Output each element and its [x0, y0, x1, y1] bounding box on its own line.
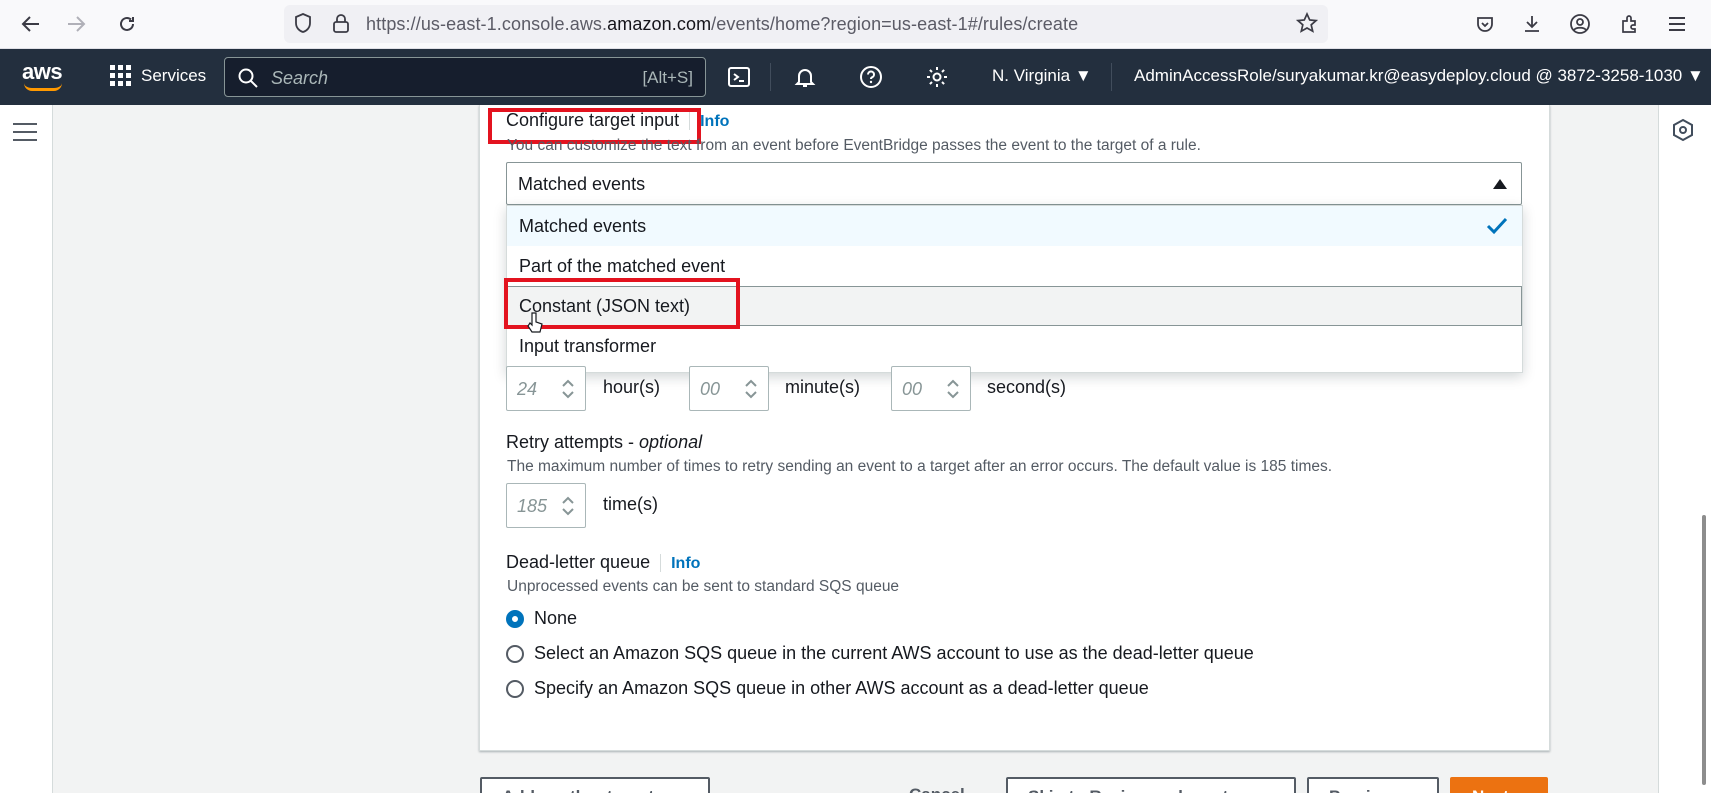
aws-logo[interactable]: aws — [22, 59, 63, 91]
reload-icon[interactable] — [113, 10, 141, 38]
radio-label: Specify an Amazon SQS queue in other AWS… — [534, 678, 1149, 698]
target-input-description: You can customize the text from an event… — [507, 137, 1201, 154]
minutes-unit: minute(s) — [785, 377, 861, 397]
add-another-target-button[interactable]: Add another target — [480, 777, 710, 793]
shield-icon[interactable] — [290, 10, 316, 36]
radio-label: Select an Amazon SQS queue in the curren… — [534, 643, 1254, 663]
target-input-selected-value: Matched events — [518, 174, 646, 194]
region-selector[interactable]: N. Virginia ▼ — [992, 66, 1092, 86]
option-label: Matched events — [519, 216, 647, 236]
help-icon[interactable] — [857, 63, 885, 91]
services-label: Services — [141, 65, 207, 85]
hours-input[interactable]: 24 — [506, 366, 586, 411]
extensions-icon[interactable] — [1616, 11, 1642, 37]
lock-icon[interactable] — [328, 10, 354, 36]
page-scrollbar[interactable] — [1702, 515, 1706, 785]
retry-attempts-label: Retry attempts - optional — [506, 432, 703, 452]
retry-attempts-input[interactable]: 185 — [506, 483, 586, 528]
hours-value: 24 — [517, 379, 538, 399]
spinner-icon[interactable] — [946, 377, 960, 401]
radio-button[interactable] — [506, 679, 524, 698]
hexagon-settings-icon[interactable] — [1671, 118, 1695, 142]
next-button[interactable]: Next — [1450, 777, 1548, 793]
option-input-transformer[interactable]: Input transformer — [507, 326, 1522, 366]
caret-up-icon — [1493, 179, 1507, 189]
search-shortcut: [Alt+S] — [642, 68, 693, 87]
services-menu[interactable]: Services — [110, 65, 206, 86]
radio-label: None — [534, 608, 578, 628]
option-label: Input transformer — [519, 336, 657, 356]
search-input[interactable]: Search [Alt+S] — [224, 57, 706, 97]
minutes-value: 00 — [700, 379, 721, 399]
side-navigation-rail — [0, 105, 53, 793]
pocket-icon[interactable] — [1472, 11, 1498, 37]
back-icon[interactable] — [17, 10, 45, 38]
hours-unit: hour(s) — [603, 377, 661, 397]
dlq-option-none[interactable]: None — [506, 608, 577, 629]
target-input-select[interactable]: Matched events — [506, 162, 1522, 205]
search-placeholder: Search — [271, 68, 329, 88]
previous-button[interactable]: Previous — [1307, 777, 1439, 793]
account-icon[interactable] — [1567, 11, 1593, 37]
account-menu[interactable]: AdminAccessRole/suryakumar.kr@easydeploy… — [1134, 66, 1704, 86]
retry-attempts-description: The maximum number of times to retry sen… — [507, 458, 1333, 475]
bookmark-star-icon[interactable] — [1294, 10, 1320, 36]
minutes-input[interactable]: 00 — [689, 366, 769, 411]
dlq-description: Unprocessed events can be sent to standa… — [507, 578, 900, 595]
dlq-option-other-account[interactable]: Specify an Amazon SQS queue in other AWS… — [506, 678, 1149, 699]
radio-button[interactable] — [506, 609, 524, 628]
dlq-option-current-account[interactable]: Select an Amazon SQS queue in the curren… — [506, 643, 1254, 664]
menu-icon[interactable] — [1664, 11, 1690, 37]
aws-top-nav: aws Services Search [Alt+S] N. Virginia … — [0, 49, 1711, 105]
option-matched-events[interactable]: Matched events — [507, 206, 1522, 246]
search-icon — [238, 68, 258, 88]
checkmark-icon — [1486, 217, 1508, 235]
spinner-icon[interactable] — [561, 377, 575, 401]
seconds-input[interactable]: 00 — [891, 366, 971, 411]
option-label: Part of the matched event — [519, 256, 726, 276]
dlq-label: Dead-letter queue Info — [506, 552, 701, 573]
address-bar[interactable]: https://us-east-1.console.aws.amazon.com… — [284, 5, 1328, 43]
cancel-button[interactable]: Cancel — [909, 785, 965, 793]
radio-button[interactable] — [506, 644, 524, 663]
skip-to-review-button[interactable]: Skip to Review and create — [1006, 777, 1296, 793]
url-text: https://us-east-1.console.aws.amazon.com… — [366, 14, 1079, 34]
target-input-info-link[interactable]: Info — [700, 113, 729, 130]
spinner-icon[interactable] — [561, 494, 575, 518]
seconds-unit: second(s) — [987, 377, 1067, 397]
browser-toolbar: https://us-east-1.console.aws.amazon.com… — [0, 0, 1711, 49]
forward-icon[interactable] — [62, 10, 90, 38]
seconds-value: 00 — [902, 379, 923, 399]
settings-gear-icon[interactable] — [923, 63, 951, 91]
spinner-icon[interactable] — [744, 377, 758, 401]
dlq-info-link[interactable]: Info — [671, 555, 700, 572]
hamburger-menu-icon[interactable] — [13, 123, 37, 147]
mouse-cursor-icon — [527, 312, 543, 333]
downloads-icon[interactable] — [1519, 11, 1545, 37]
retry-value: 185 — [517, 496, 548, 516]
grid-icon — [110, 65, 131, 86]
retry-unit: time(s) — [603, 494, 658, 514]
cloudshell-icon[interactable] — [725, 63, 753, 91]
notifications-bell-icon[interactable] — [791, 63, 819, 91]
